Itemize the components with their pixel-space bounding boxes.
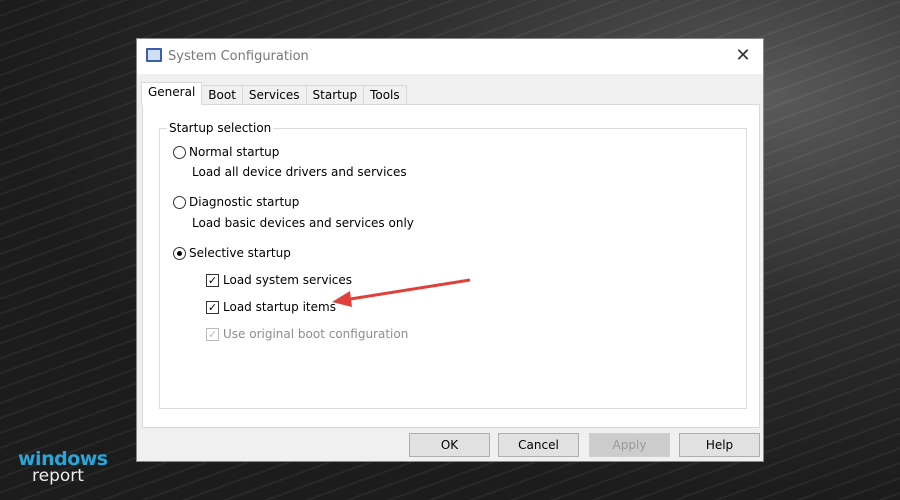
group-legend: Startup selection — [167, 121, 274, 135]
cancel-button[interactable]: Cancel — [498, 433, 579, 457]
ok-button[interactable]: OK — [409, 433, 490, 457]
window-title: System Configuration — [168, 49, 309, 64]
selective-startup-radio[interactable]: Selective startup — [173, 246, 291, 260]
close-button[interactable]: ✕ — [731, 45, 755, 67]
startup-selection-group: Startup selection Normal startup Load al… — [159, 121, 747, 409]
load-startup-items-checkbox[interactable]: ✓ Load startup items — [206, 300, 336, 314]
system-configuration-window: System Configuration ✕ General Boot Serv… — [136, 38, 764, 462]
logo-line2: report — [32, 466, 84, 486]
red-arrow-annotation — [332, 278, 471, 307]
checkbox-label: Load startup items — [223, 300, 336, 314]
radio-button[interactable] — [173, 195, 186, 209]
normal-startup-desc: Load all device drivers and services — [192, 165, 407, 179]
radio-button[interactable] — [173, 246, 186, 260]
tab-boot[interactable]: Boot — [201, 85, 243, 105]
radio-button[interactable] — [173, 145, 186, 159]
checkbox-label: Use original boot configuration — [223, 327, 409, 341]
help-button[interactable]: Help — [679, 433, 760, 457]
close-icon: ✕ — [735, 45, 751, 66]
tab-services[interactable]: Services — [241, 85, 307, 105]
tab-tools[interactable]: Tools — [363, 85, 407, 105]
tab-general[interactable]: General — [141, 82, 203, 105]
general-tab-panel: Startup selection Normal startup Load al… — [142, 104, 760, 428]
radio-label: Selective startup — [189, 246, 291, 260]
tab-startup[interactable]: Startup — [305, 85, 365, 105]
use-original-boot-config-checkbox: ✓ Use original boot configuration — [206, 327, 408, 341]
normal-startup-radio[interactable]: Normal startup — [173, 145, 279, 159]
tab-bar: General Boot Services Startup Tools — [141, 82, 407, 105]
windows-report-logo: windows report — [18, 450, 108, 485]
radio-label: Normal startup — [189, 145, 280, 159]
checkbox[interactable]: ✓ — [206, 273, 219, 287]
title-bar[interactable]: System Configuration ✕ — [137, 39, 763, 74]
checkbox[interactable]: ✓ — [206, 300, 219, 314]
radio-label: Diagnostic startup — [189, 195, 300, 209]
msconfig-app-icon — [146, 48, 162, 62]
diagnostic-startup-radio[interactable]: Diagnostic startup — [173, 195, 299, 209]
checkbox: ✓ — [206, 327, 219, 341]
diagnostic-startup-desc: Load basic devices and services only — [192, 216, 414, 230]
apply-button: Apply — [589, 433, 670, 457]
